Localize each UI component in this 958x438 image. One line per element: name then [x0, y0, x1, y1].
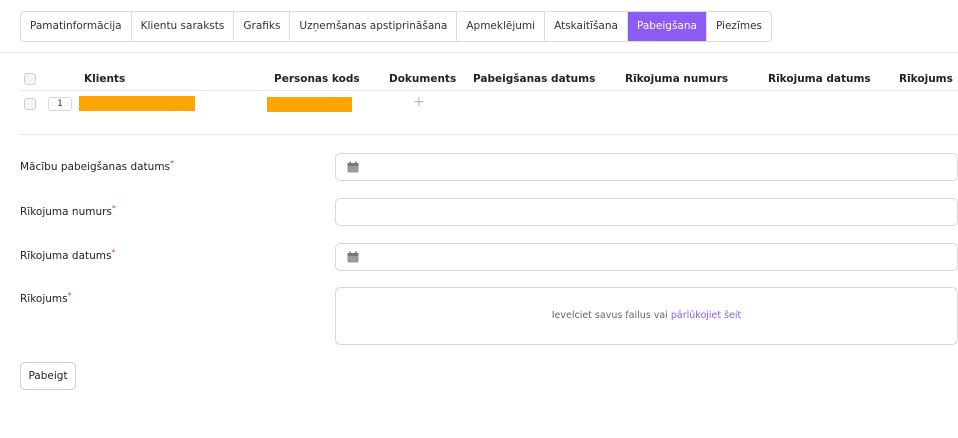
tab-grafiks[interactable]: Grafiks [234, 12, 291, 41]
dropzone-text: Ievelciet savus failus vai [551, 310, 668, 321]
column-header-personal-code[interactable]: Personas kods [274, 73, 360, 85]
column-header-documents[interactable]: Dokuments [389, 73, 456, 85]
row-checkbox[interactable] [24, 98, 36, 110]
column-header-order-number[interactable]: Rīkojuma numurs [625, 73, 728, 85]
order-number-label: Rīkojuma numurs* [20, 204, 116, 218]
divider [0, 52, 958, 53]
completion-date-label: Mācību pabeigšanas datums* [20, 159, 175, 173]
browse-files-link[interactable]: pārlūkojiet šeit [671, 310, 741, 321]
order-date-field[interactable] [335, 243, 958, 271]
order-date-label: Rīkojuma datums* [20, 248, 116, 262]
column-header-client[interactable]: Klients [84, 73, 125, 85]
tab-bar: Pamatinformācija Klientu saraksts Grafik… [20, 11, 773, 42]
plus-icon[interactable]: + [413, 94, 425, 110]
calendar-icon [347, 251, 359, 263]
tab-uznemsanas-apstiprinasana[interactable]: Uzņemšanas apstiprināšana [290, 12, 458, 41]
column-header-order[interactable]: Rīkojums [899, 73, 953, 85]
row-number: 1 [48, 97, 72, 111]
finish-button[interactable]: Pabeigt [20, 362, 76, 390]
client-name-redacted [79, 96, 195, 111]
tab-apmeklejumi[interactable]: Apmeklējumi [457, 12, 546, 41]
table-header-divider [20, 90, 958, 91]
select-all-checkbox[interactable] [24, 73, 36, 85]
completion-date-field[interactable] [335, 153, 958, 181]
order-label: Rīkojums* [20, 291, 72, 305]
column-header-completion-date[interactable]: Pabeigšanas datums [473, 73, 595, 85]
tab-klientu-saraksts[interactable]: Klientu saraksts [132, 12, 235, 41]
tab-piezimes[interactable]: Piezīmes [707, 12, 771, 41]
personal-code-redacted [267, 97, 352, 112]
divider [20, 134, 958, 135]
order-number-field[interactable] [335, 198, 958, 226]
tab-pamatinformacija[interactable]: Pamatinformācija [21, 12, 132, 41]
tab-atskaitisana[interactable]: Atskaitīšana [545, 12, 628, 41]
calendar-icon [347, 161, 359, 173]
file-dropzone[interactable]: Ievelciet savus failus vai pārlūkojiet š… [335, 287, 958, 345]
tab-pabeigsana[interactable]: Pabeigšana [627, 12, 707, 41]
column-header-order-date[interactable]: Rīkojuma datums [768, 73, 871, 85]
